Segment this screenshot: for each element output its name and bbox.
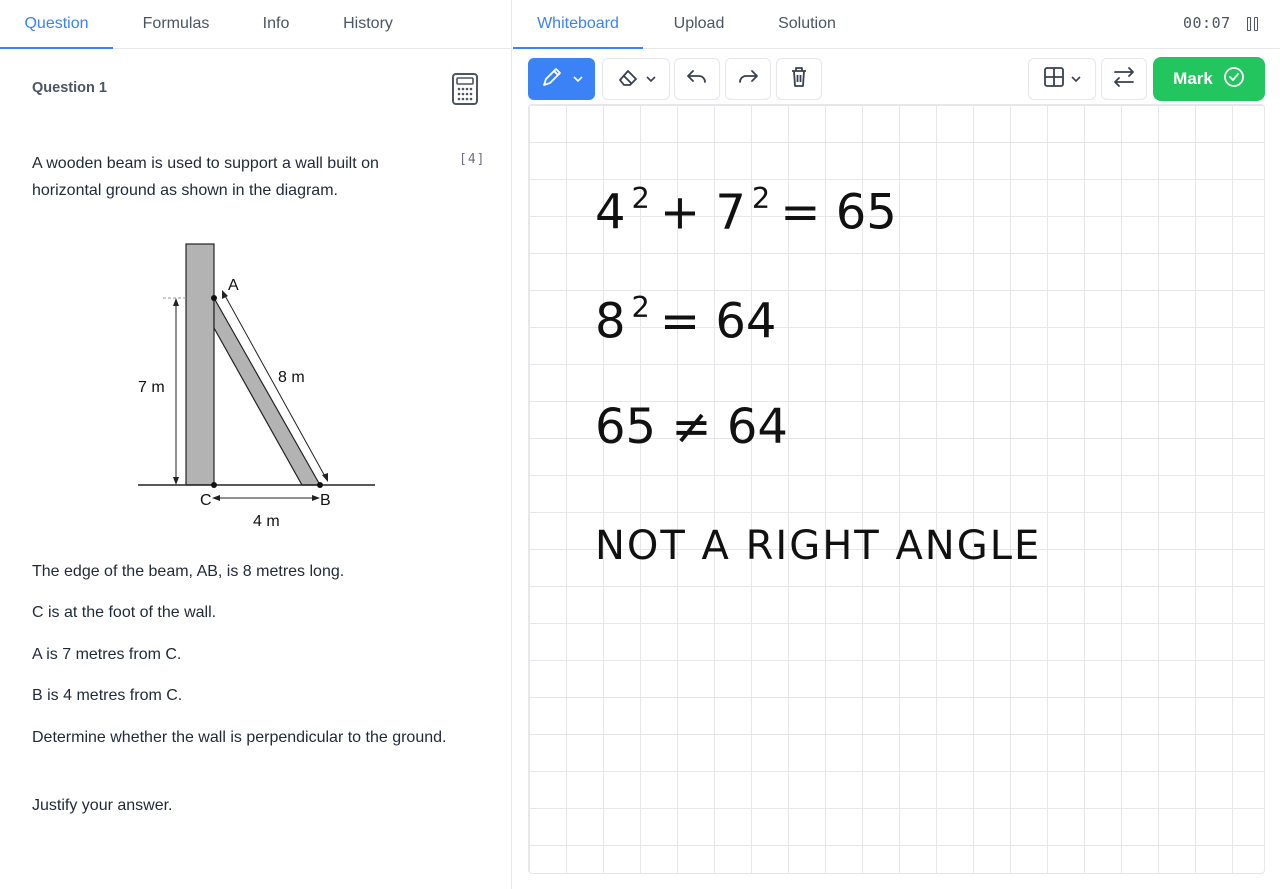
calculator-icon[interactable]: [450, 73, 480, 105]
undo-icon: [685, 67, 709, 92]
whiteboard-line-4: NOT A RIGHT ANGLE: [595, 523, 1042, 569]
hw-exponent: 2: [631, 181, 650, 215]
mark-button-label: Mark: [1173, 69, 1213, 88]
workspace-panel: Whiteboard Upload Solution 00:07 Mark 4 …: [513, 0, 1280, 889]
pen-tool-button[interactable]: [528, 58, 595, 100]
point-b: [317, 482, 323, 488]
check-circle-icon: [1223, 66, 1245, 93]
hw-text: + 7: [659, 184, 746, 241]
undo-button[interactable]: [674, 58, 720, 100]
whiteboard-line-2: 8 2 = 64: [595, 290, 776, 349]
chevron-down-icon: [646, 70, 656, 88]
eraser-tool-button[interactable]: [602, 58, 670, 100]
label-wall-length: 7 m: [138, 379, 165, 396]
swap-button[interactable]: [1101, 58, 1147, 100]
diagram-svg: A B C 7 m 8 m 4 m: [138, 243, 375, 530]
clear-board-button[interactable]: [776, 58, 822, 100]
hw-exponent: 2: [751, 181, 771, 215]
grid-icon: [1043, 66, 1065, 93]
question-paragraph: C is at the foot of the wall.: [32, 604, 217, 621]
whiteboard-line-1: 4 2 + 7 2 = 65: [595, 181, 897, 240]
timer: 00:07: [1183, 14, 1231, 32]
point-a: [211, 295, 217, 301]
question-panel: Question Formulas Info History Question …: [0, 0, 512, 889]
tab-solution[interactable]: Solution: [767, 0, 847, 49]
label-ground-length: 4 m: [253, 513, 280, 530]
tab-history[interactable]: History: [330, 0, 406, 49]
trash-icon: [789, 66, 809, 93]
grid-toggle-button[interactable]: [1028, 58, 1096, 100]
question-paragraph: B is 4 metres from C.: [32, 687, 183, 704]
whiteboard-line-3: 65 ≠ 64: [595, 399, 788, 455]
swap-arrows-icon: [1112, 66, 1136, 93]
left-tabbar: Question Formulas Info History: [0, 0, 511, 49]
question-paragraph: Determine whether the wall is perpendicu…: [32, 729, 447, 746]
beam-shape: [213, 295, 322, 486]
hw-text: 8: [595, 293, 626, 350]
label-c: C: [200, 492, 212, 509]
point-c: [211, 482, 217, 488]
tab-formulas[interactable]: Formulas: [128, 0, 224, 49]
question-title: Question 1: [32, 80, 107, 96]
wall-shape: [185, 243, 215, 486]
marks-badge: [4]: [459, 152, 486, 167]
eraser-icon: [616, 66, 642, 93]
label-beam-length: 8 m: [278, 369, 305, 386]
label-a: A: [228, 277, 239, 294]
hw-text: 4: [595, 184, 626, 241]
tab-whiteboard[interactable]: Whiteboard: [513, 0, 643, 49]
right-tabbar: Whiteboard Upload Solution 00:07: [513, 0, 1280, 49]
whiteboard-canvas[interactable]: 4 2 + 7 2 = 65 8 2 = 64 65 ≠ 64 NOT A RIGHT AN…: [528, 104, 1265, 874]
tab-upload[interactable]: Upload: [661, 0, 737, 49]
redo-button[interactable]: [725, 58, 771, 100]
pause-icon[interactable]: [1247, 17, 1259, 31]
tab-info[interactable]: Info: [246, 0, 306, 49]
question-paragraph: Justify your answer.: [32, 797, 173, 814]
chevron-down-icon: [572, 70, 583, 88]
tab-question[interactable]: Question: [0, 0, 113, 49]
redo-icon: [736, 67, 760, 92]
question-intro: A wooden beam is used to support a wall …: [32, 155, 379, 199]
label-b: B: [320, 492, 331, 509]
hw-text: = 65: [780, 184, 897, 241]
question-paragraph: The edge of the beam, AB, is 8 metres lo…: [32, 563, 345, 580]
hw-exponent: 2: [631, 290, 650, 324]
mark-button[interactable]: Mark: [1153, 57, 1265, 101]
beam-diagram: A B C 7 m 8 m 4 m: [120, 230, 390, 535]
chevron-down-icon: [1071, 70, 1081, 88]
question-paragraph: A is 7 metres from C.: [32, 646, 182, 663]
hw-text: = 64: [659, 293, 777, 350]
pencil-icon: [541, 66, 567, 93]
